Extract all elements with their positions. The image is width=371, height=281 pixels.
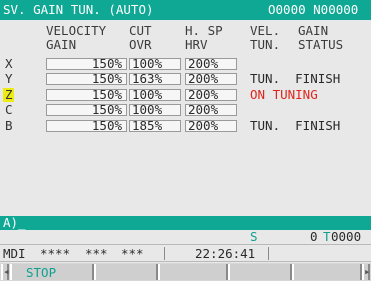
hsp-hrv-value: 200% [188,71,219,86]
softkey-label: STOP [26,265,57,280]
mode-indicator: MDI [3,246,26,261]
mode-divider [268,247,269,260]
velocity-gain-field-c[interactable]: 150% [46,102,127,117]
axis-label-b: B [5,118,13,133]
tool-label: T [323,229,331,244]
clock: 22:26:41 [195,246,256,261]
status-text-b: TUN. FINISH [250,118,341,133]
col-velocity-header-2: GAIN [46,37,77,52]
spindle-value: 0 [310,229,318,244]
status-indicator-1: **** [40,246,71,261]
mode-divider [164,247,165,260]
cut-ovr-field-z[interactable]: 100% [129,87,181,102]
cut-ovr-field-y[interactable]: 163% [129,71,181,86]
tool-value: 0000 [331,229,362,244]
cut-ovr-value: 100% [132,87,163,102]
velocity-gain-field-y[interactable]: 150% [46,71,127,86]
axis-label-c: C [5,102,13,117]
cut-ovr-value: 100% [132,102,163,117]
hsp-hrv-value: 200% [188,118,219,133]
softkey-left-arrow[interactable]: ◂ [1,264,10,280]
softkey-3[interactable] [158,264,228,280]
col-velocity-header-1: VELOCITY [46,23,107,38]
cut-ovr-field-b[interactable]: 185% [129,118,181,133]
cut-ovr-field-x[interactable]: 100% [129,56,181,71]
cut-ovr-value: 163% [132,71,163,86]
col-vel-header-1: VEL. [250,23,281,38]
cut-ovr-value: 185% [132,118,163,133]
input-line[interactable]: A)_ [0,216,371,230]
input-prompt: A)_ [3,215,26,230]
cut-ovr-value: 100% [132,56,163,71]
hsp-hrv-field-b[interactable]: 200% [185,118,237,133]
col-cut-header-1: CUT [129,23,152,38]
screen-title: SV. GAIN TUN. (AUTO) [3,2,154,17]
hsp-hrv-value: 200% [188,56,219,71]
mode-line: MDI **** *** *** 22:26:41 [0,244,371,262]
right-arrow-icon: ▸ [364,265,371,278]
axis-label-y: Y [5,71,13,86]
hsp-hrv-value: 200% [188,102,219,117]
velocity-gain-value: 150% [91,87,122,102]
program-number: O0000 N00000 [268,2,359,17]
status-line: S 0 T 0000 [0,230,371,244]
velocity-gain-field-x[interactable]: 150% [46,56,127,71]
hsp-hrv-field-x[interactable]: 200% [185,56,237,71]
hsp-hrv-field-z[interactable]: 200% [185,87,237,102]
col-hsp-header-1: H. SP [185,23,223,38]
velocity-gain-field-b[interactable]: 150% [46,118,127,133]
velocity-gain-value: 150% [91,118,122,133]
spindle-label: S [250,229,258,244]
col-hsp-header-2: HRV [185,37,208,52]
velocity-gain-value: 150% [91,71,122,86]
status-indicator-3: *** [121,246,144,261]
col-vel-header-2: TUN. [250,37,281,52]
velocity-gain-field-z[interactable]: 150% [46,87,127,102]
softkey-right-arrow[interactable]: ▸ [362,264,371,280]
hsp-hrv-value: 200% [188,87,219,102]
status-text-z: ON TUNING [250,87,318,102]
softkey-4[interactable] [228,264,292,280]
hsp-hrv-field-y[interactable]: 200% [185,71,237,86]
left-arrow-icon: ◂ [3,265,10,278]
softkey-2[interactable] [94,264,158,280]
cut-ovr-field-c[interactable]: 100% [129,102,181,117]
axis-label-x: X [5,56,13,71]
status-text-y: TUN. FINISH [250,71,341,86]
softkey-5[interactable] [292,264,362,280]
axis-label-z: Z [5,87,13,102]
hsp-hrv-field-c[interactable]: 200% [185,102,237,117]
title-bar: SV. GAIN TUN. (AUTO) O0000 N00000 [0,0,371,20]
col-status-header-2: STATUS [298,37,344,52]
velocity-gain-value: 150% [91,102,122,117]
col-status-header-1: GAIN [298,23,329,38]
softkey-bar: ◂ STOP ▸ [0,263,371,281]
velocity-gain-value: 150% [91,56,122,71]
status-indicator-2: *** [85,246,108,261]
softkey-stop[interactable]: STOP [10,264,94,280]
col-cut-header-2: OVR [129,37,152,52]
